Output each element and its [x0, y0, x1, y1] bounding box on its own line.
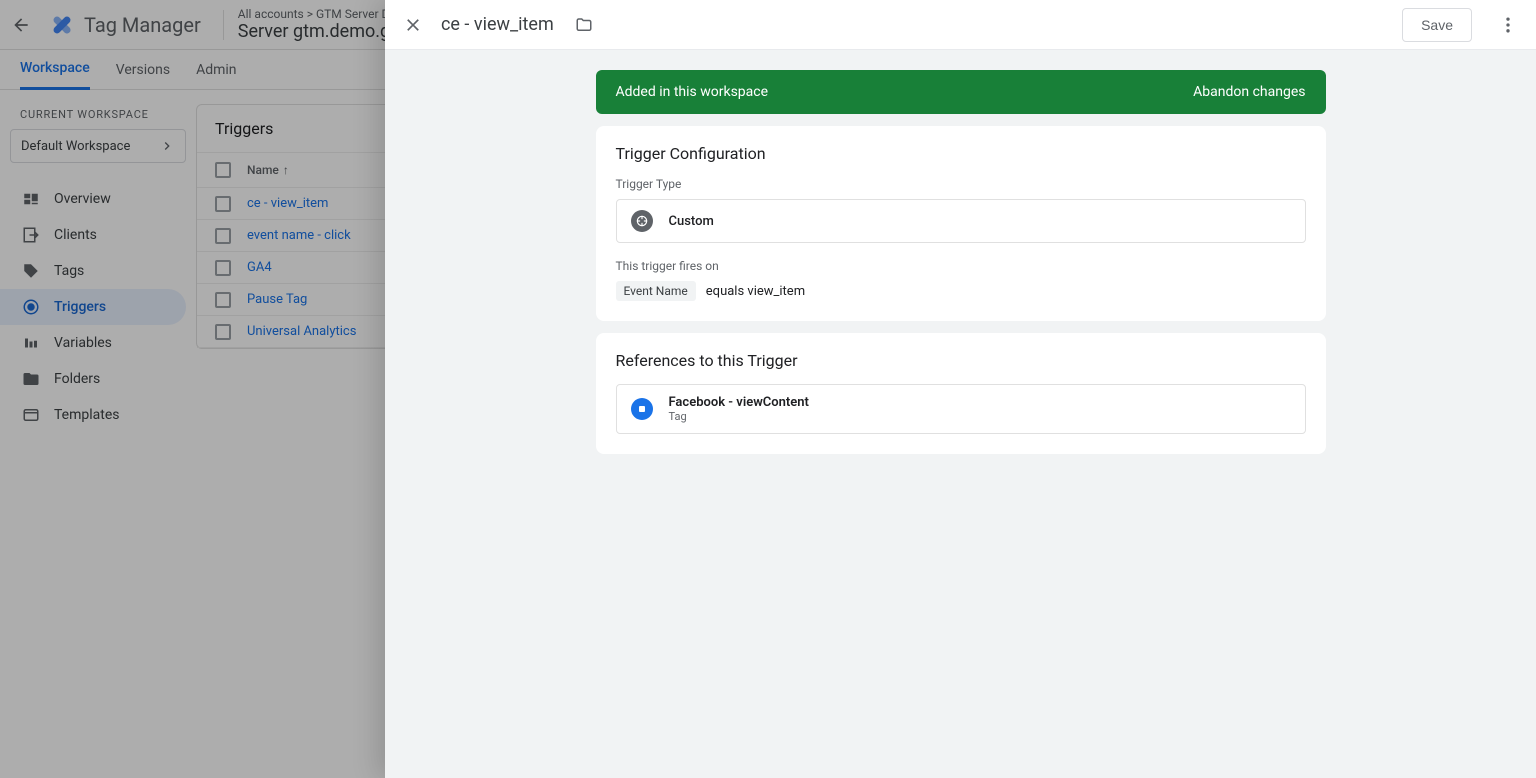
reference-item[interactable]: Facebook - viewContent Tag — [616, 384, 1306, 434]
banner-text: Added in this workspace — [616, 84, 769, 100]
reference-name: Facebook - viewContent — [669, 395, 809, 410]
sheet-body: Added in this workspace Abandon changes … — [385, 50, 1536, 778]
config-heading: Trigger Configuration — [616, 144, 1306, 163]
save-button[interactable]: Save — [1402, 8, 1472, 42]
fires-on-label: This trigger fires on — [616, 259, 1306, 273]
trigger-detail-sheet: ce - view_item Save Added in this worksp… — [385, 0, 1536, 778]
abandon-changes-link[interactable]: Abandon changes — [1193, 84, 1305, 100]
trigger-type-value[interactable]: Custom — [616, 199, 1306, 243]
condition-variable-chip: Event Name — [616, 281, 696, 301]
folder-outline-icon[interactable] — [574, 15, 594, 35]
trigger-type-label: Trigger Type — [616, 177, 1306, 191]
trigger-type-name: Custom — [669, 214, 714, 229]
facebook-tag-icon — [631, 398, 653, 420]
close-icon[interactable] — [399, 11, 427, 39]
references-heading: References to this Trigger — [616, 351, 1306, 370]
reference-kind: Tag — [669, 410, 809, 423]
trigger-name-title[interactable]: ce - view_item — [441, 14, 554, 35]
more-menu-icon[interactable] — [1494, 11, 1522, 39]
workspace-change-banner: Added in this workspace Abandon changes — [596, 70, 1326, 114]
references-card: References to this Trigger Facebook - vi… — [596, 333, 1326, 454]
trigger-config-card[interactable]: Trigger Configuration Trigger Type Custo… — [596, 126, 1326, 321]
sheet-header: ce - view_item Save — [385, 0, 1536, 50]
fires-on-condition: Event Name equals view_item — [616, 281, 1306, 301]
condition-text: equals view_item — [706, 284, 805, 299]
custom-trigger-icon — [631, 210, 653, 232]
